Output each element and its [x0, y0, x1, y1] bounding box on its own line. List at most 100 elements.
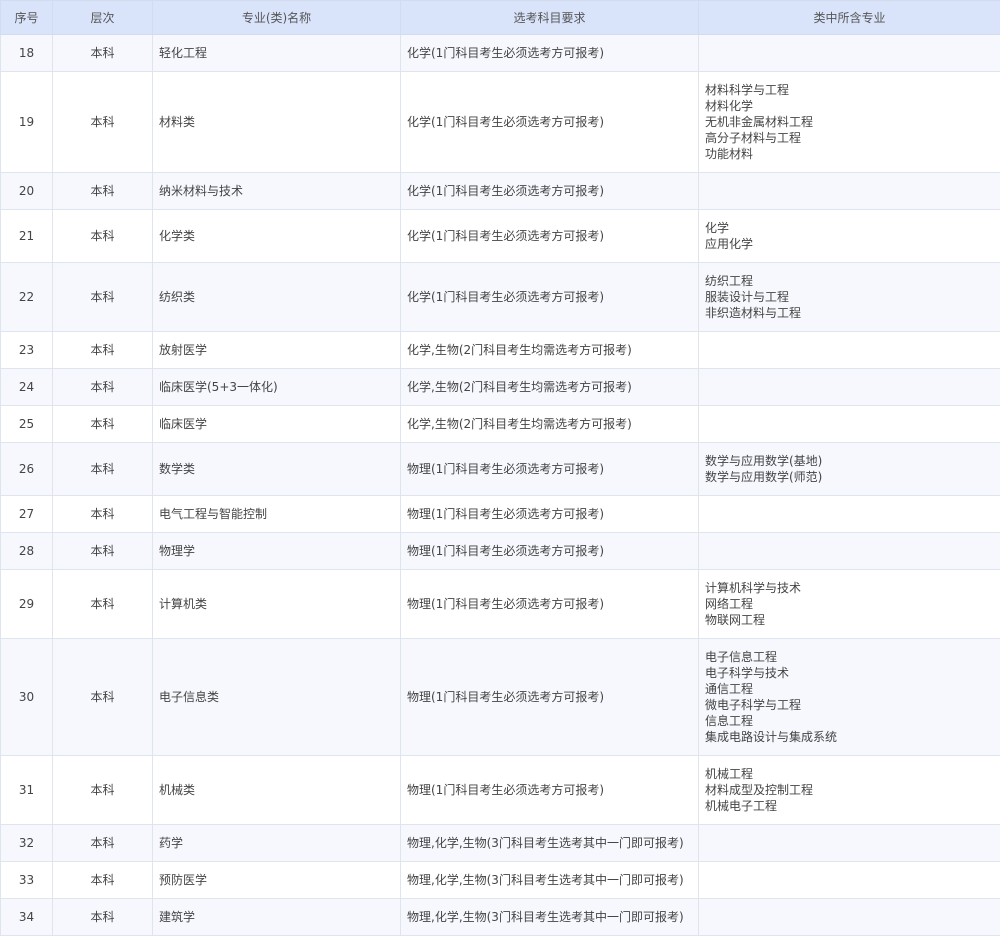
row-included: 材料科学与工程材料化学无机非金属材料工程高分子材料与工程功能材料: [699, 72, 1000, 173]
row-index: 26: [1, 443, 53, 496]
row-level: 本科: [53, 35, 153, 72]
row-level: 本科: [53, 825, 153, 862]
row-level: 本科: [53, 570, 153, 639]
row-index: 18: [1, 35, 53, 72]
row-level: 本科: [53, 496, 153, 533]
row-level: 本科: [53, 406, 153, 443]
included-major: 高分子材料与工程: [705, 130, 1000, 146]
row-major: 预防医学: [153, 862, 401, 899]
row-included: [699, 899, 1000, 936]
table-row: 18本科轻化工程化学(1门科目考生必须选考方可报考): [1, 35, 1000, 72]
included-major: 信息工程: [705, 713, 1000, 729]
row-index: 30: [1, 639, 53, 756]
row-requirement: 化学(1门科目考生必须选考方可报考): [401, 173, 699, 210]
table-row: 29本科计算机类物理(1门科目考生必须选考方可报考)计算机科学与技术网络工程物联…: [1, 570, 1000, 639]
row-major: 临床医学: [153, 406, 401, 443]
row-requirement: 物理(1门科目考生必须选考方可报考): [401, 570, 699, 639]
row-index: 31: [1, 756, 53, 825]
row-major: 纺织类: [153, 263, 401, 332]
row-major: 电气工程与智能控制: [153, 496, 401, 533]
header-requirement: 选考科目要求: [401, 1, 699, 35]
row-level: 本科: [53, 210, 153, 263]
row-requirement: 物理,化学,生物(3门科目考生选考其中一门即可报考): [401, 825, 699, 862]
row-requirement: 化学(1门科目考生必须选考方可报考): [401, 35, 699, 72]
included-major: 材料成型及控制工程: [705, 782, 1000, 798]
row-major: 计算机类: [153, 570, 401, 639]
row-included: [699, 825, 1000, 862]
included-major: 网络工程: [705, 596, 1000, 612]
included-major: 化学: [705, 220, 1000, 236]
row-included: [699, 369, 1000, 406]
row-major: 纳米材料与技术: [153, 173, 401, 210]
row-index: 33: [1, 862, 53, 899]
row-major: 放射医学: [153, 332, 401, 369]
included-major: 通信工程: [705, 681, 1000, 697]
table-row: 20本科纳米材料与技术化学(1门科目考生必须选考方可报考): [1, 173, 1000, 210]
row-included: 计算机科学与技术网络工程物联网工程: [699, 570, 1000, 639]
row-requirement: 化学,生物(2门科目考生均需选考方可报考): [401, 369, 699, 406]
row-major: 数学类: [153, 443, 401, 496]
row-included: [699, 862, 1000, 899]
included-major: 物联网工程: [705, 612, 1000, 628]
row-requirement: 物理(1门科目考生必须选考方可报考): [401, 496, 699, 533]
row-requirement: 化学(1门科目考生必须选考方可报考): [401, 72, 699, 173]
row-included: 化学应用化学: [699, 210, 1000, 263]
included-major: 材料化学: [705, 98, 1000, 114]
table-row: 27本科电气工程与智能控制物理(1门科目考生必须选考方可报考): [1, 496, 1000, 533]
row-major: 物理学: [153, 533, 401, 570]
row-major: 机械类: [153, 756, 401, 825]
row-level: 本科: [53, 369, 153, 406]
table-row: 31本科机械类物理(1门科目考生必须选考方可报考)机械工程材料成型及控制工程机械…: [1, 756, 1000, 825]
row-level: 本科: [53, 72, 153, 173]
row-included: [699, 496, 1000, 533]
row-level: 本科: [53, 173, 153, 210]
included-major: 机械工程: [705, 766, 1000, 782]
table-row: 24本科临床医学(5+3一体化)化学,生物(2门科目考生均需选考方可报考): [1, 369, 1000, 406]
included-major: 微电子科学与工程: [705, 697, 1000, 713]
table-row: 34本科建筑学物理,化学,生物(3门科目考生选考其中一门即可报考): [1, 899, 1000, 936]
row-included: [699, 173, 1000, 210]
included-major: 电子科学与技术: [705, 665, 1000, 681]
table-row: 26本科数学类物理(1门科目考生必须选考方可报考)数学与应用数学(基地)数学与应…: [1, 443, 1000, 496]
row-level: 本科: [53, 443, 153, 496]
included-major: 材料科学与工程: [705, 82, 1000, 98]
table-row: 33本科预防医学物理,化学,生物(3门科目考生选考其中一门即可报考): [1, 862, 1000, 899]
row-major: 建筑学: [153, 899, 401, 936]
row-level: 本科: [53, 756, 153, 825]
table-row: 21本科化学类化学(1门科目考生必须选考方可报考)化学应用化学: [1, 210, 1000, 263]
row-index: 23: [1, 332, 53, 369]
row-included: [699, 533, 1000, 570]
row-level: 本科: [53, 862, 153, 899]
included-major: 服装设计与工程: [705, 289, 1000, 305]
row-index: 29: [1, 570, 53, 639]
table-row: 19本科材料类化学(1门科目考生必须选考方可报考)材料科学与工程材料化学无机非金…: [1, 72, 1000, 173]
row-index: 34: [1, 899, 53, 936]
header-major: 专业(类)名称: [153, 1, 401, 35]
row-requirement: 物理,化学,生物(3门科目考生选考其中一门即可报考): [401, 899, 699, 936]
included-major: 机械电子工程: [705, 798, 1000, 814]
included-major: 计算机科学与技术: [705, 580, 1000, 596]
row-index: 32: [1, 825, 53, 862]
included-major: 非织造材料与工程: [705, 305, 1000, 321]
row-index: 20: [1, 173, 53, 210]
row-included: [699, 406, 1000, 443]
included-major: 纺织工程: [705, 273, 1000, 289]
row-requirement: 化学,生物(2门科目考生均需选考方可报考): [401, 406, 699, 443]
row-major: 轻化工程: [153, 35, 401, 72]
row-major: 化学类: [153, 210, 401, 263]
row-index: 25: [1, 406, 53, 443]
row-requirement: 物理(1门科目考生必须选考方可报考): [401, 533, 699, 570]
table-body: 18本科轻化工程化学(1门科目考生必须选考方可报考)19本科材料类化学(1门科目…: [1, 35, 1000, 936]
row-major: 药学: [153, 825, 401, 862]
included-major: 数学与应用数学(师范): [705, 469, 1000, 485]
row-index: 19: [1, 72, 53, 173]
header-level: 层次: [53, 1, 153, 35]
table-row: 23本科放射医学化学,生物(2门科目考生均需选考方可报考): [1, 332, 1000, 369]
row-level: 本科: [53, 263, 153, 332]
included-major: 集成电路设计与集成系统: [705, 729, 1000, 745]
included-major: 功能材料: [705, 146, 1000, 162]
table-row: 22本科纺织类化学(1门科目考生必须选考方可报考)纺织工程服装设计与工程非织造材…: [1, 263, 1000, 332]
table-row: 28本科物理学物理(1门科目考生必须选考方可报考): [1, 533, 1000, 570]
included-major: 数学与应用数学(基地): [705, 453, 1000, 469]
row-index: 24: [1, 369, 53, 406]
